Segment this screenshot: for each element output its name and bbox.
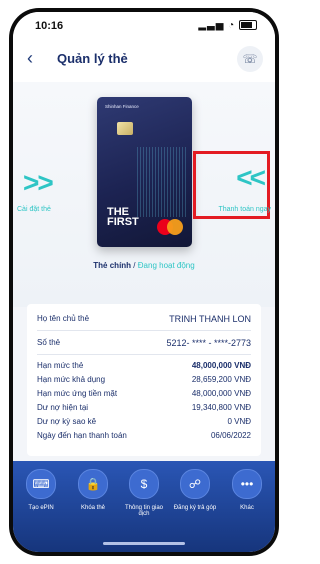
transaction-info-label: Thông tin giao dịch: [124, 505, 164, 517]
card-settings-label[interactable]: Cài đặt thẻ: [17, 206, 51, 213]
installment-label: Đăng ký trả góp: [173, 505, 217, 511]
app-frame: 10:16 ▂▃▅ ◔ ‹ Quản lý thẻ ☏ >> Cài đặt t…: [0, 0, 288, 564]
screen: 10:16 ▂▃▅ ◔ ‹ Quản lý thẻ ☏ >> Cài đặt t…: [13, 12, 275, 552]
more-button[interactable]: ••• Khác: [222, 469, 272, 511]
home-indicator: [103, 542, 185, 545]
installment-icon: ☍: [188, 477, 202, 491]
double-chevron-left-icon: <<: [236, 162, 266, 193]
installment-button[interactable]: ☍ Đăng ký trả góp: [170, 469, 220, 511]
statement-debt-value: 0 VNĐ: [227, 417, 251, 426]
lock-card-label: Khóa thẻ: [80, 505, 106, 511]
money-icon: $: [140, 477, 148, 491]
card-product-name: THE FIRST: [107, 207, 139, 228]
holder-value: TRINH THANH LON: [169, 314, 251, 324]
more-icon: •••: [240, 477, 254, 491]
holder-label: Họ tên chủ thẻ: [37, 314, 90, 323]
pin-keyboard-icon: ⌨: [32, 477, 50, 491]
card-status: Thẻ chính / Đang hoạt động: [13, 261, 275, 270]
phone-icon: ☏: [242, 52, 258, 66]
create-epin-button[interactable]: ⌨ Tạo ePIN: [16, 469, 66, 511]
back-button[interactable]: ‹: [27, 48, 33, 69]
limit-value: 48,000,000 VNĐ: [191, 361, 251, 370]
card-type: Thẻ chính: [93, 261, 132, 270]
pay-now-arrow[interactable]: <<: [236, 162, 266, 194]
cash-advance-label: Hạn mức ứng tiền mặt: [37, 389, 118, 398]
page-title: Quản lý thẻ: [57, 51, 128, 66]
status-bar: 10:16 ▂▃▅ ◔: [13, 12, 275, 38]
card-number-value: 5212- **** - ****-2773: [166, 338, 251, 348]
status-time: 10:16: [35, 20, 64, 32]
available-value: 28,659,200 VNĐ: [191, 375, 251, 384]
current-debt-value: 19,340,800 VNĐ: [191, 403, 251, 412]
double-chevron-right-icon: >>: [23, 167, 54, 198]
lock-card-button[interactable]: 🔒 Khóa thẻ: [68, 469, 118, 511]
mastercard-logo-icon: [157, 219, 183, 235]
pay-now-label[interactable]: Thanh toán ngay: [218, 206, 271, 213]
support-button[interactable]: ☏: [237, 46, 263, 72]
card-pattern: [137, 147, 187, 217]
card-state: Đang hoạt động: [137, 261, 195, 270]
available-label: Hạn mức khả dụng: [37, 375, 106, 384]
action-bar: ⌨ Tạo ePIN 🔒 Khóa thẻ $ Thông tin giao d…: [13, 461, 275, 552]
battery-icon: [239, 20, 257, 31]
card-number-label: Số thẻ: [37, 338, 61, 347]
card-chip: [117, 122, 133, 135]
current-debt-label: Dư nợ hiện tại: [37, 403, 89, 412]
credit-card[interactable]: Shinhan Finance THE FIRST: [97, 97, 192, 247]
status-icons: ▂▃▅ ◔: [198, 20, 257, 31]
due-date-value: 06/06/2022: [210, 431, 251, 440]
statement-debt-label: Dư nợ kỳ sao kê: [37, 417, 97, 426]
lock-icon: 🔒: [85, 477, 101, 491]
card-settings-arrow[interactable]: >>: [23, 167, 54, 199]
card-info-panel: Họ tên chủ thẻ TRINH THANH LON Số thẻ 52…: [27, 304, 261, 456]
limit-label: Hạn mức thẻ: [37, 361, 84, 370]
card-carousel: >> Cài đặt thẻ Shinhan Finance THE FIRST…: [13, 82, 275, 307]
header: ‹ Quản lý thẻ ☏: [13, 38, 275, 82]
chevron-left-icon: ‹: [27, 48, 33, 68]
card-name-line2: FIRST: [107, 216, 139, 228]
transaction-info-button[interactable]: $ Thông tin giao dịch: [119, 469, 169, 517]
signal-icon: ▂▃▅: [198, 20, 225, 31]
card-brand: Shinhan Finance: [105, 104, 139, 109]
more-label: Khác: [240, 505, 254, 511]
wifi-icon: ◔: [228, 20, 236, 31]
create-epin-label: Tạo ePIN: [28, 505, 54, 511]
cash-advance-value: 48,000,000 VNĐ: [191, 389, 251, 398]
card-status-separator: /: [133, 261, 136, 270]
due-date-label: Ngày đến hạn thanh toán: [37, 431, 127, 440]
